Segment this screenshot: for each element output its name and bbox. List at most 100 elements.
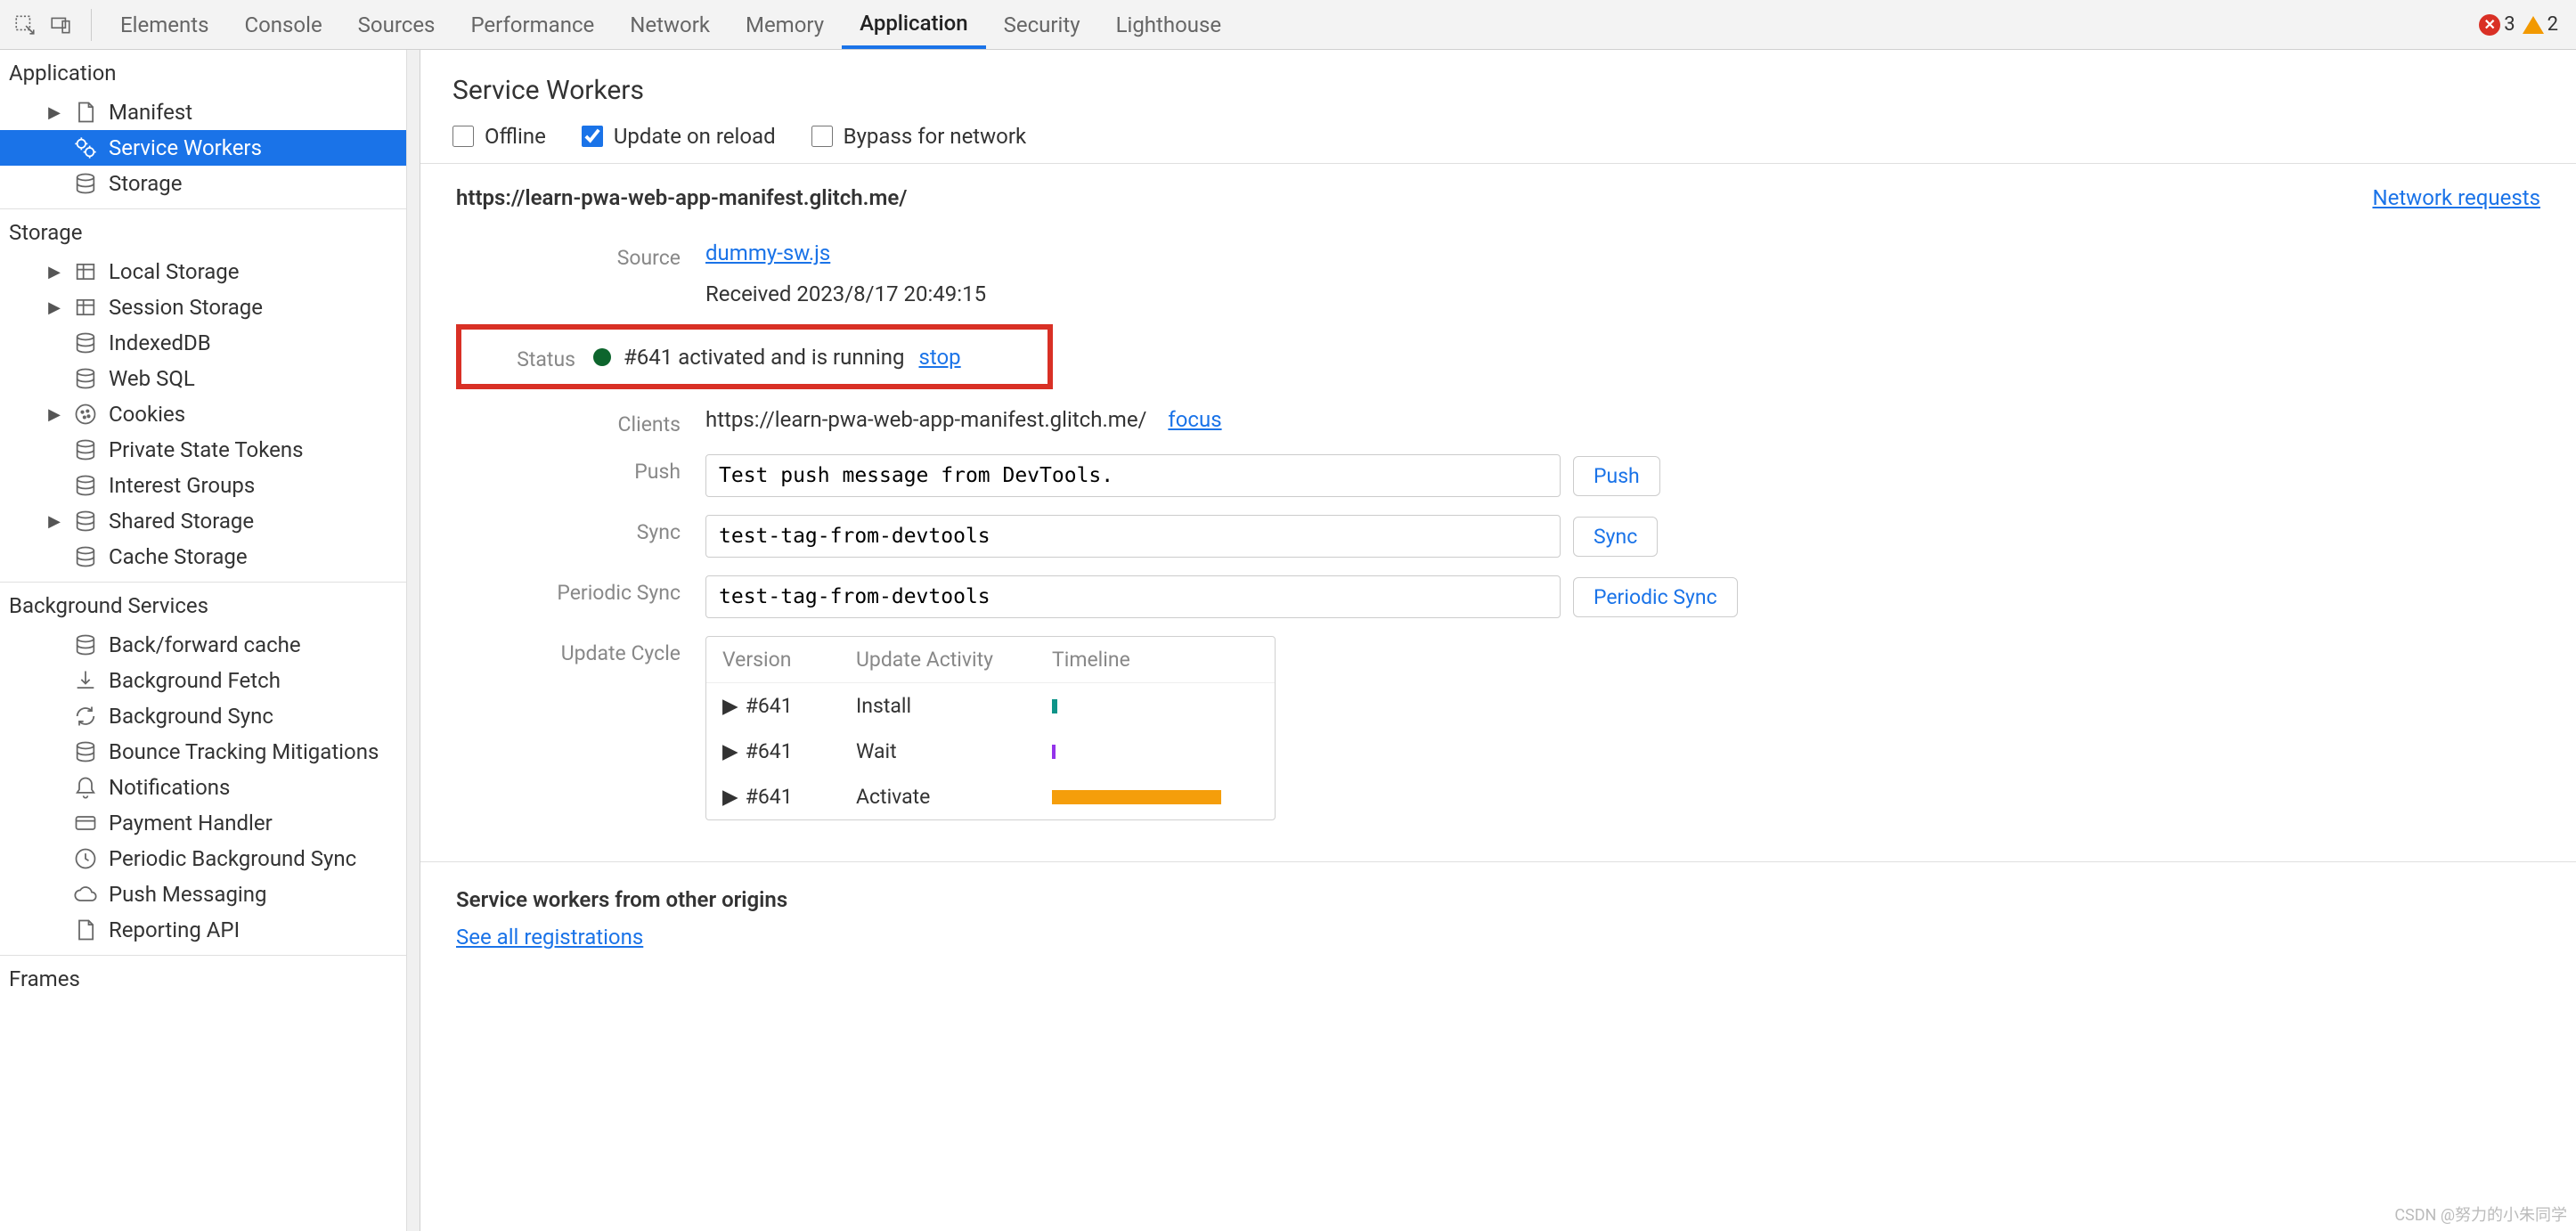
label-update-cycle: Update Cycle xyxy=(456,636,705,665)
sidebar-item-local-storage[interactable]: ▶Local Storage xyxy=(0,254,420,289)
row-status: Status #641 activated and is running sto… xyxy=(456,315,2540,398)
ut-h-activity: Update Activity xyxy=(856,648,1052,672)
warning-count[interactable]: 2 xyxy=(2523,13,2558,36)
network-requests-link[interactable]: Network requests xyxy=(2372,185,2540,210)
error-icon: ✕ xyxy=(2479,14,2500,36)
sidebar-item-payment[interactable]: Payment Handler xyxy=(0,805,420,841)
database-icon xyxy=(73,437,98,462)
database-icon xyxy=(73,366,98,391)
tab-network[interactable]: Network xyxy=(612,0,728,49)
devtools-toolbar: Elements Console Sources Performance Net… xyxy=(0,0,2576,50)
table-icon xyxy=(73,259,98,284)
tab-console[interactable]: Console xyxy=(226,0,339,49)
sync-button[interactable]: Sync xyxy=(1573,517,1658,557)
cb-update-input[interactable] xyxy=(582,126,603,147)
see-all-registrations-link[interactable]: See all registrations xyxy=(456,925,643,950)
expand-icon: ▶ xyxy=(46,405,62,424)
document-icon xyxy=(73,917,98,942)
stop-link[interactable]: stop xyxy=(918,345,960,370)
item-label: Local Storage xyxy=(109,259,240,284)
database-icon xyxy=(73,473,98,498)
item-label: Storage xyxy=(109,171,182,196)
tab-memory[interactable]: Memory xyxy=(728,0,842,49)
sidebar-item-bgsync[interactable]: Background Sync xyxy=(0,698,420,734)
item-label: Payment Handler xyxy=(109,811,273,836)
sidebar-item-notifications[interactable]: Notifications xyxy=(0,770,420,805)
sync-input[interactable] xyxy=(705,515,1561,558)
sidebar-item-indexeddb[interactable]: IndexedDB xyxy=(0,325,420,361)
sidebar-item-bgfetch[interactable]: Background Fetch xyxy=(0,663,420,698)
cb-offline[interactable]: Offline xyxy=(452,124,546,149)
sidebar-item-push[interactable]: Push Messaging xyxy=(0,876,420,912)
tab-elements[interactable]: Elements xyxy=(102,0,226,49)
sidebar-item-cache-storage[interactable]: Cache Storage xyxy=(0,539,420,575)
received-text: Received 2023/8/17 20:49:15 xyxy=(705,281,2540,306)
cb-label: Update on reload xyxy=(614,124,776,149)
sidebar-item-websql[interactable]: Web SQL xyxy=(0,361,420,396)
cb-bypass-input[interactable] xyxy=(811,126,833,147)
tab-sources[interactable]: Sources xyxy=(340,0,453,49)
bell-icon xyxy=(73,775,98,800)
row-update-cycle: Update Cycle Version Update Activity Tim… xyxy=(456,627,2540,829)
tab-application[interactable]: Application xyxy=(842,0,985,49)
push-input[interactable] xyxy=(705,454,1561,497)
watermark: CSDN @努力的小朱同学 xyxy=(2394,1202,2567,1226)
sidebar-item-bounce[interactable]: Bounce Tracking Mitigations xyxy=(0,734,420,770)
sidebar-item-reporting[interactable]: Reporting API xyxy=(0,912,420,948)
push-button[interactable]: Push xyxy=(1573,456,1660,496)
sidebar-item-interest-groups[interactable]: Interest Groups xyxy=(0,468,420,503)
item-label: Service Workers xyxy=(109,135,262,160)
source-file-link[interactable]: dummy-sw.js xyxy=(705,240,830,265)
label-source: Source xyxy=(456,240,705,270)
timeline-bar xyxy=(1052,699,1057,713)
download-icon xyxy=(73,668,98,693)
expand-icon: ▶ xyxy=(46,103,62,122)
cb-update-reload[interactable]: Update on reload xyxy=(582,124,776,149)
error-number: 3 xyxy=(2504,13,2515,36)
row-push: Push Push xyxy=(456,445,2540,506)
client-url: https://learn-pwa-web-app-manifest.glitc… xyxy=(705,407,1146,432)
sidebar-item-session-storage[interactable]: ▶Session Storage xyxy=(0,289,420,325)
expand-icon: ▶ xyxy=(722,694,738,718)
sidebar: Application ▶ Manifest Service Workers S… xyxy=(0,50,420,1231)
value-source: dummy-sw.js Received 2023/8/17 20:49:15 xyxy=(705,240,2540,306)
ut-row-wait[interactable]: ▶#641 Wait xyxy=(706,729,1275,774)
focus-link[interactable]: focus xyxy=(1168,407,1221,432)
main-layout: Application ▶ Manifest Service Workers S… xyxy=(0,50,2576,1231)
cb-offline-input[interactable] xyxy=(452,126,474,147)
tab-lighthouse[interactable]: Lighthouse xyxy=(1098,0,1240,49)
sidebar-item-cookies[interactable]: ▶ Cookies xyxy=(0,396,420,432)
card-icon xyxy=(73,811,98,836)
tab-performance[interactable]: Performance xyxy=(452,0,612,49)
sidebar-item-storage[interactable]: Storage xyxy=(0,166,420,201)
row-periodic-sync: Periodic Sync Periodic Sync xyxy=(456,567,2540,627)
ut-timeline xyxy=(1052,790,1259,804)
ut-row-install[interactable]: ▶#641 Install xyxy=(706,683,1275,729)
periodic-sync-button[interactable]: Periodic Sync xyxy=(1573,577,1738,617)
ut-row-activate[interactable]: ▶#641 Activate xyxy=(706,774,1275,819)
item-label: Session Storage xyxy=(109,295,263,320)
label-push: Push xyxy=(456,454,705,484)
item-label: Manifest xyxy=(109,100,192,125)
toolbar-status: ✕ 3 2 xyxy=(2479,13,2567,36)
item-label: Cookies xyxy=(109,402,185,427)
tab-security[interactable]: Security xyxy=(986,0,1098,49)
sidebar-item-service-workers[interactable]: Service Workers xyxy=(0,130,420,166)
inspect-icon[interactable] xyxy=(9,9,41,41)
ut-activity: Wait xyxy=(856,739,1052,763)
separator xyxy=(91,9,92,41)
item-label: Private State Tokens xyxy=(109,437,304,462)
error-count[interactable]: ✕ 3 xyxy=(2479,13,2515,36)
cb-bypass[interactable]: Bypass for network xyxy=(811,124,1027,149)
other-origins-title: Service workers from other origins xyxy=(456,887,2540,912)
sidebar-item-bfcache[interactable]: Back/forward cache xyxy=(0,627,420,663)
ut-version: ▶#641 xyxy=(722,739,856,763)
periodic-sync-input[interactable] xyxy=(705,575,1561,618)
sidebar-item-periodic-bgsync[interactable]: Periodic Background Sync xyxy=(0,841,420,876)
sidebar-item-manifest[interactable]: ▶ Manifest xyxy=(0,94,420,130)
sidebar-item-shared-storage[interactable]: ▶Shared Storage xyxy=(0,503,420,539)
sidebar-item-private-state-tokens[interactable]: Private State Tokens xyxy=(0,432,420,468)
device-toggle-icon[interactable] xyxy=(45,9,77,41)
item-label: Background Sync xyxy=(109,704,273,729)
row-sync: Sync Sync xyxy=(456,506,2540,567)
